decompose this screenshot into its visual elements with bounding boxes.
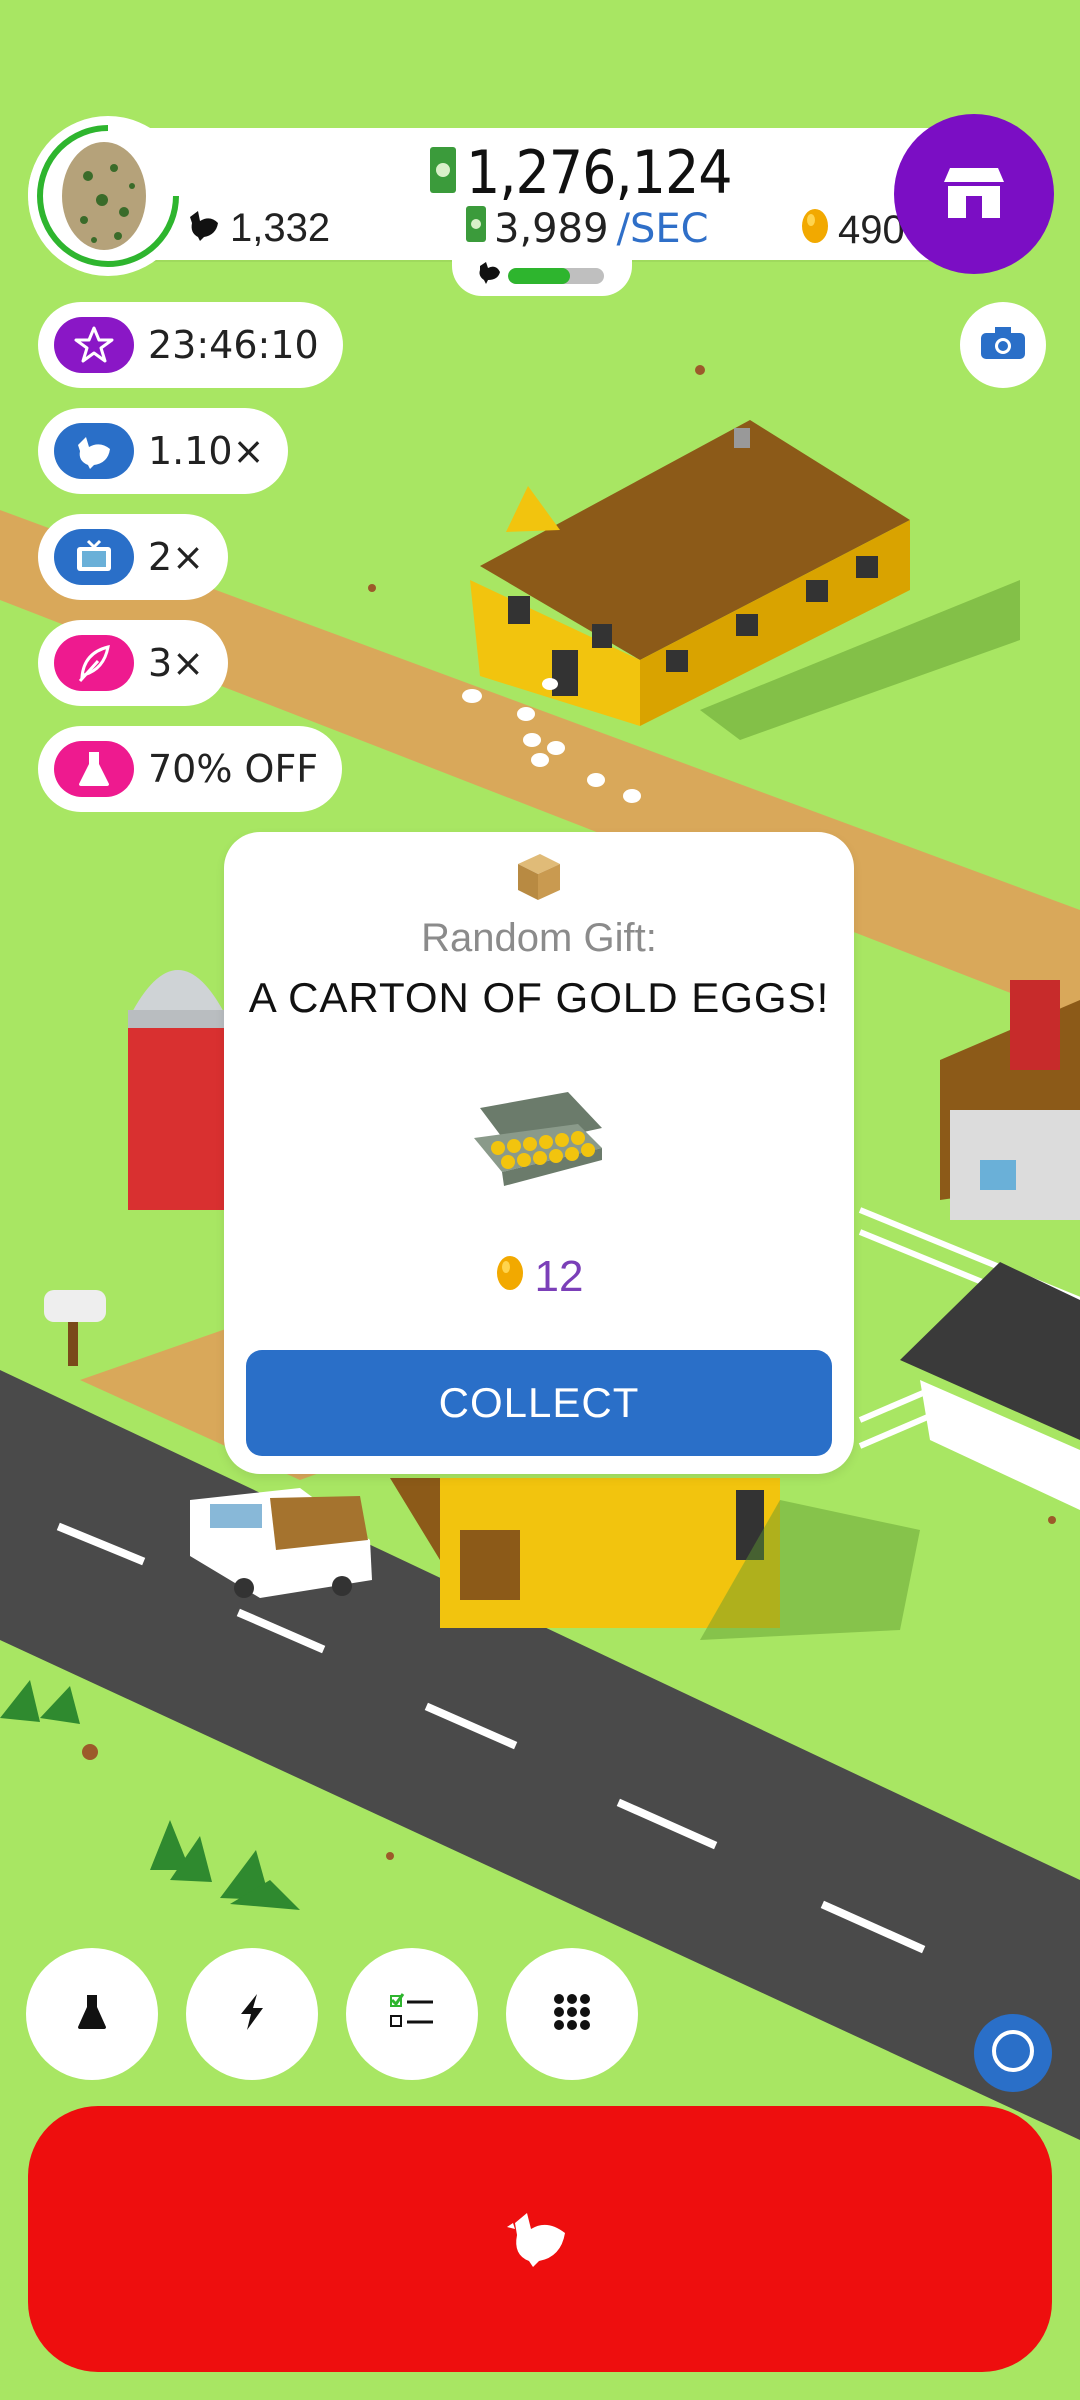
boost-pill-research-discount[interactable]: 70% OFF xyxy=(38,726,343,812)
egg-badge[interactable] xyxy=(28,116,188,276)
flask-icon xyxy=(54,741,134,797)
boost-label: 70% OFF xyxy=(148,747,319,791)
gift-box-icon xyxy=(514,850,564,907)
progress-fill xyxy=(508,268,571,284)
ring-icon xyxy=(989,2027,1037,2080)
shop-icon xyxy=(940,164,1008,225)
boost-label: 23:46:10 xyxy=(148,323,319,367)
egg-carton-icon xyxy=(468,1088,608,1201)
gold-egg-icon xyxy=(800,206,830,254)
overlay-ring-button[interactable] xyxy=(974,2014,1052,2092)
income-rate: 3,989/SEC xyxy=(466,206,709,252)
boost-label: 3× xyxy=(148,641,205,685)
reward-amount: 12 xyxy=(224,1252,854,1302)
money-counter: 1,276,124 xyxy=(430,138,733,208)
rate-value: 3,989 xyxy=(494,206,609,252)
boost-label: 2× xyxy=(148,535,205,579)
gold-egg-icon xyxy=(495,1252,525,1302)
boost-pill-feather[interactable]: 3× xyxy=(38,620,229,706)
chicken-icon xyxy=(186,206,222,251)
missions-button[interactable] xyxy=(346,1948,478,2080)
random-gift-modal: Random Gift: A CARTON OF GOLD EGGS! 12 C… xyxy=(224,832,854,1474)
star-icon xyxy=(54,317,134,373)
gold-egg-value: 490 xyxy=(838,207,905,252)
tv-icon xyxy=(54,529,134,585)
chicken-count-value: 1,332 xyxy=(230,206,331,250)
research-button[interactable] xyxy=(26,1948,158,2080)
chicken-count: 1,332 xyxy=(186,206,330,251)
hatch-chicken-button[interactable] xyxy=(28,2106,1052,2372)
lightning-icon xyxy=(237,1992,267,2037)
boost-pill-chicken-value[interactable]: 1.10× xyxy=(38,408,289,494)
cash-icon xyxy=(430,138,456,208)
boost-pill-timer[interactable]: 23:46:10 xyxy=(38,302,343,388)
progress-bar xyxy=(508,268,604,284)
chicken-icon xyxy=(54,423,134,479)
feather-icon xyxy=(54,635,134,691)
menu-button[interactable] xyxy=(506,1948,638,2080)
chick-icon xyxy=(476,258,502,289)
grid-icon xyxy=(553,1993,591,2036)
reward-value: 12 xyxy=(534,1252,584,1301)
camera-icon xyxy=(979,325,1027,366)
gift-name: A CARTON OF GOLD EGGS! xyxy=(248,974,830,1021)
chicken-icon xyxy=(507,2207,573,2272)
money-value: 1,276,124 xyxy=(466,138,733,208)
boosts-button[interactable] xyxy=(186,1948,318,2080)
gold-egg-count: 490 xyxy=(800,206,905,254)
flask-icon xyxy=(76,1993,108,2036)
cash-icon xyxy=(466,206,486,252)
shop-button[interactable] xyxy=(894,114,1054,274)
collect-button[interactable]: COLLECT xyxy=(246,1350,832,1456)
egg-progress-ring xyxy=(37,125,179,267)
checklist-icon xyxy=(389,1992,435,2037)
camera-button[interactable] xyxy=(960,302,1046,388)
rate-unit: /SEC xyxy=(616,206,709,252)
gift-title: Random Gift: xyxy=(421,916,657,960)
boost-label: 1.10× xyxy=(148,429,265,473)
boost-pill-tv[interactable]: 2× xyxy=(38,514,229,600)
